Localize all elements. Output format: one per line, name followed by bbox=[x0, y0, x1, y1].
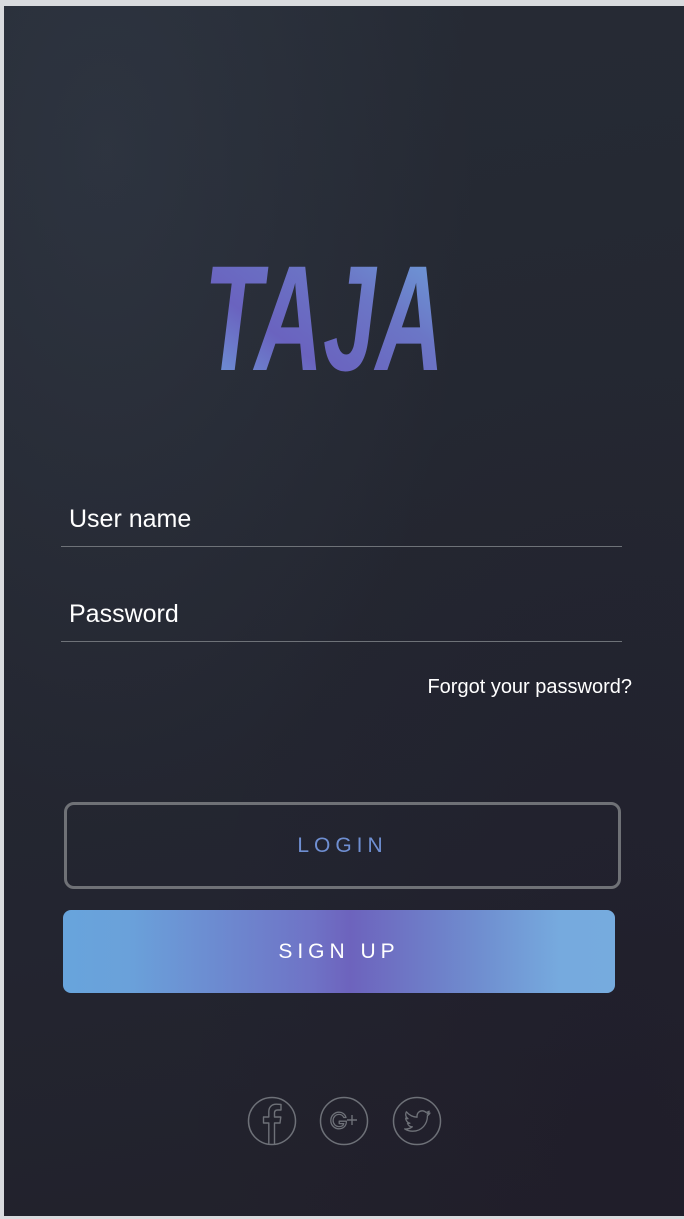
username-field bbox=[61, 486, 622, 547]
password-input[interactable] bbox=[69, 600, 609, 629]
twitter-login-button[interactable] bbox=[392, 1096, 442, 1146]
google-plus-login-button[interactable] bbox=[319, 1096, 369, 1146]
forgot-password-link[interactable]: Forgot your password? bbox=[427, 676, 632, 699]
taja-logo: TAJA bbox=[204, 238, 444, 388]
password-field bbox=[61, 581, 622, 642]
login-screen: TAJA Forgot your password? LOGIN SIGN UP bbox=[4, 6, 684, 1216]
logo-text: TAJA bbox=[204, 238, 444, 388]
login-button[interactable]: LOGIN bbox=[64, 802, 621, 889]
login-button-label: LOGIN bbox=[297, 833, 388, 857]
username-input[interactable] bbox=[69, 505, 609, 534]
facebook-icon bbox=[247, 1096, 297, 1146]
google-plus-icon bbox=[319, 1096, 369, 1146]
facebook-login-button[interactable] bbox=[247, 1096, 297, 1146]
twitter-icon bbox=[392, 1096, 442, 1146]
signup-button[interactable]: SIGN UP bbox=[63, 910, 615, 993]
signup-button-label: SIGN UP bbox=[278, 939, 400, 963]
